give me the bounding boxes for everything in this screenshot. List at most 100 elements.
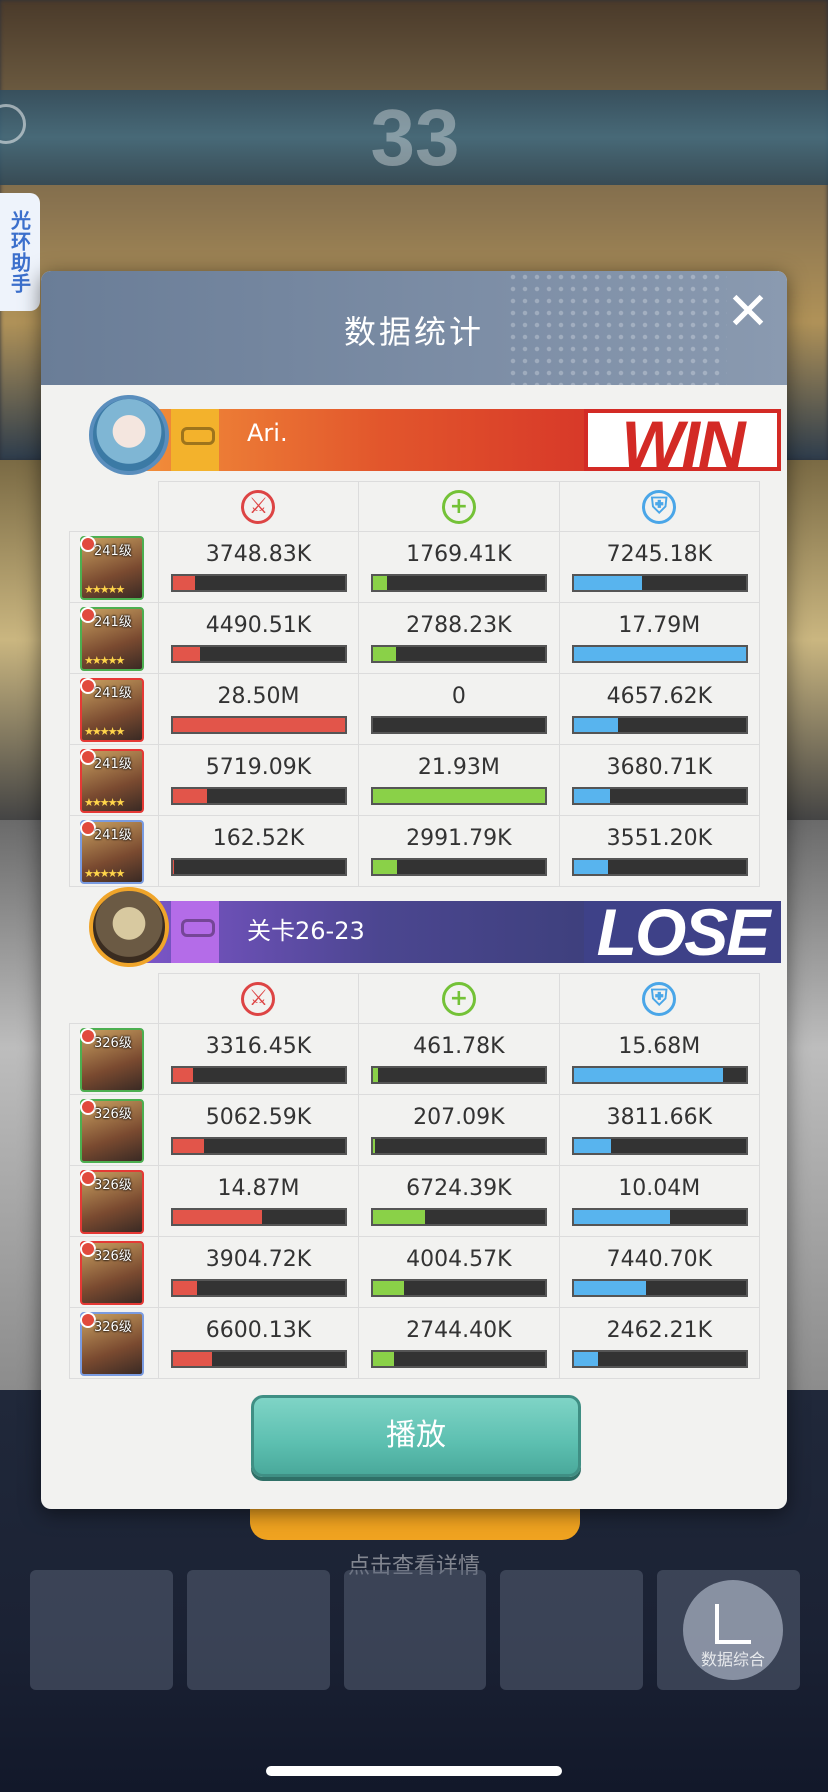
hero-portrait[interactable]: 241级 ★★★★★ [80, 678, 144, 742]
heal-cell: 2991.79K [358, 815, 560, 887]
hero-portrait[interactable]: 241级 ★★★★★ [80, 536, 144, 600]
shield-bar-fill [573, 647, 746, 661]
hero-row: 326级 3904.72K 4004.57K 7440.70K [69, 1236, 761, 1308]
close-icon[interactable]: ✕ [721, 286, 775, 341]
shield-value: 7245.18K [606, 542, 712, 567]
shield-bar [571, 1279, 748, 1297]
heal-bar-fill [373, 1210, 425, 1224]
hero-portrait[interactable]: 241级 ★★★★★ [80, 749, 144, 813]
damage-value: 4490.51K [205, 613, 312, 638]
heal-bar [371, 1208, 548, 1226]
shield-bar [571, 716, 748, 734]
heal-value: 461.78K [413, 1034, 505, 1059]
heal-value: 1769.41K [406, 542, 512, 567]
heal-value: 2744.40K [406, 1318, 512, 1343]
heal-value: 2991.79K [406, 826, 512, 851]
heal-bar [371, 1137, 548, 1155]
damage-cell: 3316.45K [157, 1023, 360, 1095]
heal-bar [371, 574, 548, 592]
hero-portrait[interactable]: 241级 ★★★★★ [80, 607, 144, 671]
damage-bar-fill [172, 1210, 263, 1224]
team-avatar [89, 395, 169, 475]
hero-portrait[interactable]: 326级 [80, 1241, 144, 1305]
star-icons: ★★★★★ [84, 796, 125, 809]
hero-cell[interactable]: 241级 ★★★★★ [69, 673, 159, 745]
heal-bar-fill [373, 1139, 375, 1153]
shield-icon: ⛨ [642, 489, 677, 524]
chart-icon [715, 1604, 751, 1644]
damage-value: 3904.72K [205, 1247, 312, 1272]
result-label: LOSE [584, 899, 781, 965]
heal-bar-fill [373, 789, 546, 803]
hero-level: 326级 [94, 1178, 132, 1193]
hero-level: 326级 [94, 1107, 132, 1122]
shield-bar-fill [573, 1352, 598, 1366]
shield-value: 17.79M [618, 613, 701, 638]
hero-portrait[interactable]: 326级 [80, 1099, 144, 1163]
hero-cell[interactable]: 326级 [69, 1094, 159, 1166]
heal-bar-fill [373, 1352, 394, 1366]
hero-row: 326级 3316.45K 461.78K 15.68M [69, 1023, 761, 1095]
shield-bar [571, 1066, 748, 1084]
shield-value: 15.68M [618, 1034, 701, 1059]
heal-icon: + [441, 981, 476, 1016]
grid-header: ⚔ + ⛨ [69, 973, 760, 1024]
damage-cell: 28.50M [157, 673, 360, 745]
hero-cell[interactable]: 241级 ★★★★★ [69, 531, 159, 603]
hero-cell[interactable]: 326级 [69, 1307, 159, 1379]
hero-card [500, 1570, 644, 1690]
shield-cell: 17.79M [558, 602, 761, 674]
hero-row: 241级 ★★★★★ 28.50M 0 4657.62K [69, 673, 761, 745]
shield-cell: 3680.71K [558, 744, 761, 816]
stats-button[interactable]: 数据综合 [683, 1580, 783, 1680]
heal-value: 207.09K [413, 1105, 505, 1130]
heal-bar [371, 1066, 548, 1084]
hero-cell[interactable]: 326级 [69, 1023, 159, 1095]
damage-value: 3748.83K [205, 542, 312, 567]
shield-value: 2462.21K [606, 1318, 712, 1343]
heal-bar [371, 858, 548, 876]
star-icons: ★★★★★ [84, 583, 125, 596]
home-indicator[interactable] [266, 1766, 562, 1776]
play-button[interactable]: 播放 [251, 1395, 581, 1477]
hero-cell[interactable]: 241级 ★★★★★ [69, 602, 159, 674]
battle-score: 33 [370, 93, 460, 182]
damage-bar [170, 1066, 347, 1084]
shield-bar [571, 1350, 748, 1368]
shield-bar-fill [573, 789, 610, 803]
damage-cell: 4490.51K [157, 602, 360, 674]
shield-bar [571, 1208, 748, 1226]
hero-card [343, 1570, 487, 1690]
heal-icon: + [441, 489, 476, 524]
header-cell: ⛨ [558, 973, 760, 1024]
damage-bar [170, 1137, 347, 1155]
team-banner: 关卡26-23 LOSE [61, 887, 781, 967]
hero-portrait[interactable]: 326级 [80, 1028, 144, 1092]
shield-bar [571, 574, 748, 592]
stats-button-label: 数据综合 [700, 1650, 765, 1669]
heal-cell: 207.09K [358, 1094, 560, 1166]
header-cell: ⚔ [157, 973, 360, 1024]
hero-cell[interactable]: 241级 ★★★★★ [69, 815, 159, 887]
damage-value: 5719.09K [205, 755, 312, 780]
hero-portrait[interactable]: 326级 [80, 1170, 144, 1234]
hero-portrait[interactable]: 241级 ★★★★★ [80, 820, 144, 884]
damage-bar-fill [172, 1068, 194, 1082]
shield-cell: 2462.21K [558, 1307, 761, 1379]
shield-cell: 7440.70K [558, 1236, 761, 1308]
hero-card [30, 1570, 173, 1690]
shield-bar-fill [573, 1210, 670, 1224]
star-icons: ★★★★★ [84, 867, 125, 880]
hero-cell[interactable]: 326级 [69, 1236, 159, 1308]
header-cell: + [358, 973, 560, 1024]
hero-cell[interactable]: 326级 [69, 1165, 159, 1237]
hero-portrait[interactable]: 326级 [80, 1312, 144, 1376]
hero-cell[interactable]: 241级 ★★★★★ [69, 744, 159, 816]
heal-bar [371, 1350, 548, 1368]
heal-bar-fill [373, 1281, 405, 1295]
damage-value: 162.52K [212, 826, 305, 851]
stats-grid: ⚔ + ⛨ 241级 ★★★★★ 3748.83K 1769.41K 7245.18… [69, 481, 761, 887]
helper-tab[interactable]: 光环助手 [0, 193, 40, 311]
heal-bar [371, 787, 548, 805]
damage-bar-fill [172, 1352, 213, 1366]
